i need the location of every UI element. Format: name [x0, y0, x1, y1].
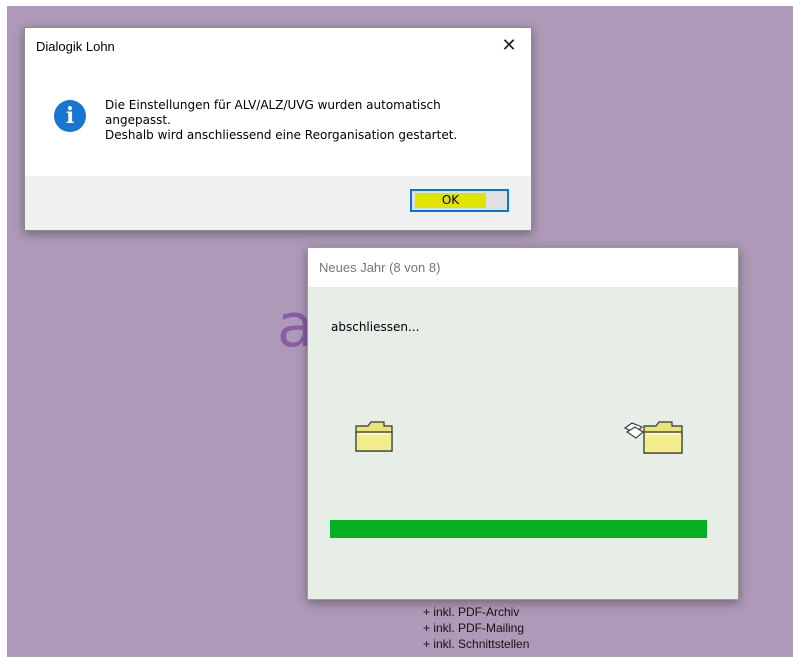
- close-button[interactable]: ✕: [499, 35, 519, 55]
- feature-item: + inkl. Schnittstellen: [423, 637, 530, 651]
- feature-item: + inkl. PDF-Mailing: [423, 621, 525, 635]
- close-icon: ✕: [501, 35, 517, 55]
- dialog-title: Dialogik Lohn: [36, 39, 115, 54]
- progress-window-titlebar[interactable]: Neues Jahr (8 von 8): [308, 248, 738, 287]
- message-line: angepasst.: [105, 113, 171, 127]
- progress-bar: [330, 520, 707, 538]
- message-line: Die Einstellungen für ALV/ALZ/UVG wurden…: [105, 98, 441, 112]
- progress-bar-fill: [330, 520, 707, 538]
- message-dialog: Dialogik Lohn ✕ i Die Einstellungen für …: [24, 27, 532, 231]
- source-folder-icon: [355, 421, 393, 452]
- destination-folder-icon: [623, 421, 683, 454]
- dialog-message: Die Einstellungen für ALV/ALZ/UVG wurden…: [105, 98, 457, 143]
- progress-window: Neues Jahr (8 von 8) abschliessen...: [307, 247, 739, 600]
- feature-item: + inkl. PDF-Archiv: [423, 605, 520, 619]
- message-line: Deshalb wird anschliessend eine Reorgani…: [105, 128, 458, 142]
- ok-button[interactable]: OK: [410, 189, 509, 212]
- progress-window-title: Neues Jahr (8 von 8): [319, 260, 441, 275]
- ok-button-label: OK: [415, 193, 486, 208]
- feature-list: + inkl. PDF-Archiv + inkl. PDF-Mailing +…: [423, 604, 529, 652]
- dialog-button-bar: OK: [25, 176, 531, 230]
- progress-status-text: abschliessen...: [331, 320, 420, 334]
- info-icon: i: [54, 100, 86, 132]
